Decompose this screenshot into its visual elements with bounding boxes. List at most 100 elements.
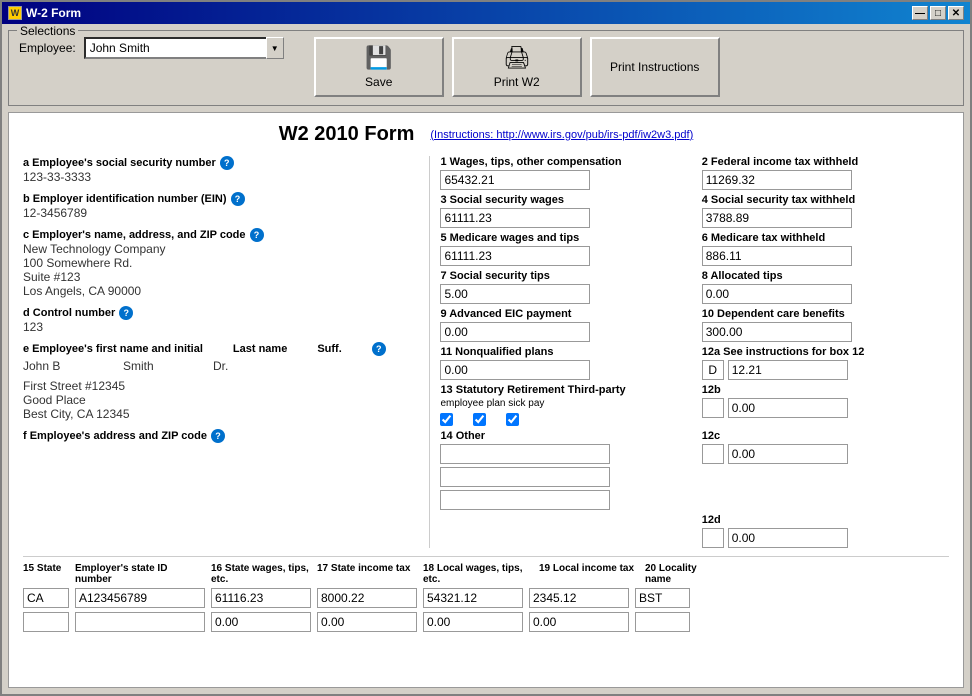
state-row1-local-tax[interactable]	[529, 588, 629, 608]
box12b-value-input[interactable]	[728, 398, 848, 418]
field-c-label: c Employer's name, address, and ZIP code…	[23, 228, 419, 242]
box4-field: 4 Social security tax withheld	[702, 194, 949, 228]
save-label: Save	[365, 75, 392, 89]
box6-input[interactable]	[702, 246, 852, 266]
box12a-label: 12a See instructions for box 12	[702, 346, 949, 358]
box13-statutory-checkbox[interactable]	[440, 413, 453, 426]
col15-id-header: Employer's state ID number	[75, 563, 205, 585]
state-row-2	[23, 612, 949, 632]
box12d-letter-input[interactable]	[702, 528, 724, 548]
box12b-letter-input[interactable]	[702, 398, 724, 418]
save-button[interactable]: 💾 Save	[314, 37, 444, 97]
box4-input[interactable]	[702, 208, 852, 228]
box2-input[interactable]	[702, 170, 852, 190]
col16-header: 16 State wages, tips, etc.	[211, 563, 311, 585]
box8-label: 8 Allocated tips	[702, 270, 949, 282]
state-row1-id[interactable]	[75, 588, 205, 608]
employee-label: Employee:	[19, 41, 76, 55]
empty-cell-1	[440, 514, 687, 548]
field-d-help-icon[interactable]: ?	[119, 306, 133, 320]
field-f-help-icon[interactable]: ?	[211, 429, 225, 443]
box13-retirement-checkbox[interactable]	[473, 413, 486, 426]
field-f-section: f Employee's address and ZIP code ?	[23, 429, 419, 443]
state-row1-wages[interactable]	[211, 588, 311, 608]
box7-input[interactable]	[440, 284, 590, 304]
box12a-letter-input[interactable]	[702, 360, 724, 380]
box12c-letter-input[interactable]	[702, 444, 724, 464]
field-b-section: b Employer identification number (EIN) ?…	[23, 192, 419, 220]
field-b-value: 12-3456789	[23, 206, 419, 220]
print-w2-label: Print W2	[494, 75, 540, 89]
field-a-help-icon[interactable]: ?	[220, 156, 234, 170]
state-row1-income-tax[interactable]	[317, 588, 417, 608]
box13-thirdparty-checkbox[interactable]	[506, 413, 519, 426]
state-row2-state[interactable]	[23, 612, 69, 632]
box14-input-2[interactable]	[440, 467, 610, 487]
field-a-label: a Employee's social security number ?	[23, 156, 419, 170]
print-w2-icon: 🖨	[503, 45, 531, 71]
box10-field: 10 Dependent care benefits	[702, 308, 949, 342]
print-w2-button[interactable]: 🖨 Print W2	[452, 37, 582, 97]
box6-field: 6 Medicare tax withheld	[702, 232, 949, 266]
state-row1-local-wages[interactable]	[423, 588, 523, 608]
field-d-section: d Control number ? 123	[23, 306, 419, 334]
right-grid: 1 Wages, tips, other compensation 2 Fede…	[440, 156, 949, 548]
box12c-row	[702, 444, 949, 464]
field-e-addr3: Best City, CA 12345	[23, 407, 419, 421]
field-c-help-icon[interactable]: ?	[250, 228, 264, 242]
box12a-value-input[interactable]	[728, 360, 848, 380]
instructions-link[interactable]: (Instructions: http://www.irs.gov/pub/ir…	[430, 129, 693, 141]
box14-input-3[interactable]	[440, 490, 610, 510]
title-bar-left: W W-2 Form	[8, 6, 81, 20]
state-row2-local-tax[interactable]	[529, 612, 629, 632]
main-window: W W-2 Form — □ ✕ Selections Employee: Jo…	[0, 0, 972, 696]
box10-input[interactable]	[702, 322, 852, 342]
box14-input-1[interactable]	[440, 444, 610, 464]
box12d-label: 12d	[702, 514, 949, 526]
form-title-row: W2 2010 Form (Instructions: http://www.i…	[23, 123, 949, 146]
box12d-row	[702, 528, 949, 548]
employee-select[interactable]: John Smith	[84, 37, 284, 59]
box1-label: 1 Wages, tips, other compensation	[440, 156, 687, 168]
box3-input[interactable]	[440, 208, 590, 228]
state-row2-wages[interactable]	[211, 612, 311, 632]
box13-checkboxes	[440, 413, 687, 426]
box12c-value-input[interactable]	[728, 444, 848, 464]
minimize-button[interactable]: —	[912, 6, 928, 20]
box5-input[interactable]	[440, 246, 590, 266]
box13-thirdparty-item	[506, 413, 519, 426]
field-e-firstname: John B	[23, 359, 103, 373]
field-a-value: 123-33-3333	[23, 170, 419, 184]
maximize-button[interactable]: □	[930, 6, 946, 20]
field-c-line3: Suite #123	[23, 270, 419, 284]
state-row2-income-tax[interactable]	[317, 612, 417, 632]
box4-label: 4 Social security tax withheld	[702, 194, 949, 206]
field-e-section: e Employee's first name and initial Last…	[23, 342, 419, 421]
box5-label: 5 Medicare wages and tips	[440, 232, 687, 244]
box8-field: 8 Allocated tips	[702, 270, 949, 304]
window-title: W-2 Form	[26, 6, 81, 20]
employee-group: Employee: John Smith ▼	[19, 37, 284, 59]
window-content: Selections Employee: John Smith ▼ 💾 Save	[2, 24, 970, 694]
form-body: a Employee's social security number ? 12…	[23, 156, 949, 548]
close-button[interactable]: ✕	[948, 6, 964, 20]
field-f-label: f Employee's address and ZIP code ?	[23, 429, 419, 443]
box12d-field: 12d	[702, 514, 949, 548]
box12d-value-input[interactable]	[728, 528, 848, 548]
state-row2-local-wages[interactable]	[423, 612, 523, 632]
print-instructions-button[interactable]: Print Instructions	[590, 37, 720, 97]
title-bar: W W-2 Form — □ ✕	[2, 2, 970, 24]
state-row2-locality[interactable]	[635, 612, 690, 632]
box1-input[interactable]	[440, 170, 590, 190]
state-row1-locality[interactable]	[635, 588, 690, 608]
field-e-help-icon[interactable]: ?	[372, 342, 386, 356]
field-b-help-icon[interactable]: ?	[231, 192, 245, 206]
box11-input[interactable]	[440, 360, 590, 380]
state-row2-id[interactable]	[75, 612, 205, 632]
box14-label: 14 Other	[440, 430, 687, 442]
box8-input[interactable]	[702, 284, 852, 304]
field-c-section: c Employer's name, address, and ZIP code…	[23, 228, 419, 298]
selections-group: Selections Employee: John Smith ▼ 💾 Save	[8, 30, 964, 106]
state-row1-state[interactable]	[23, 588, 69, 608]
box9-input[interactable]	[440, 322, 590, 342]
